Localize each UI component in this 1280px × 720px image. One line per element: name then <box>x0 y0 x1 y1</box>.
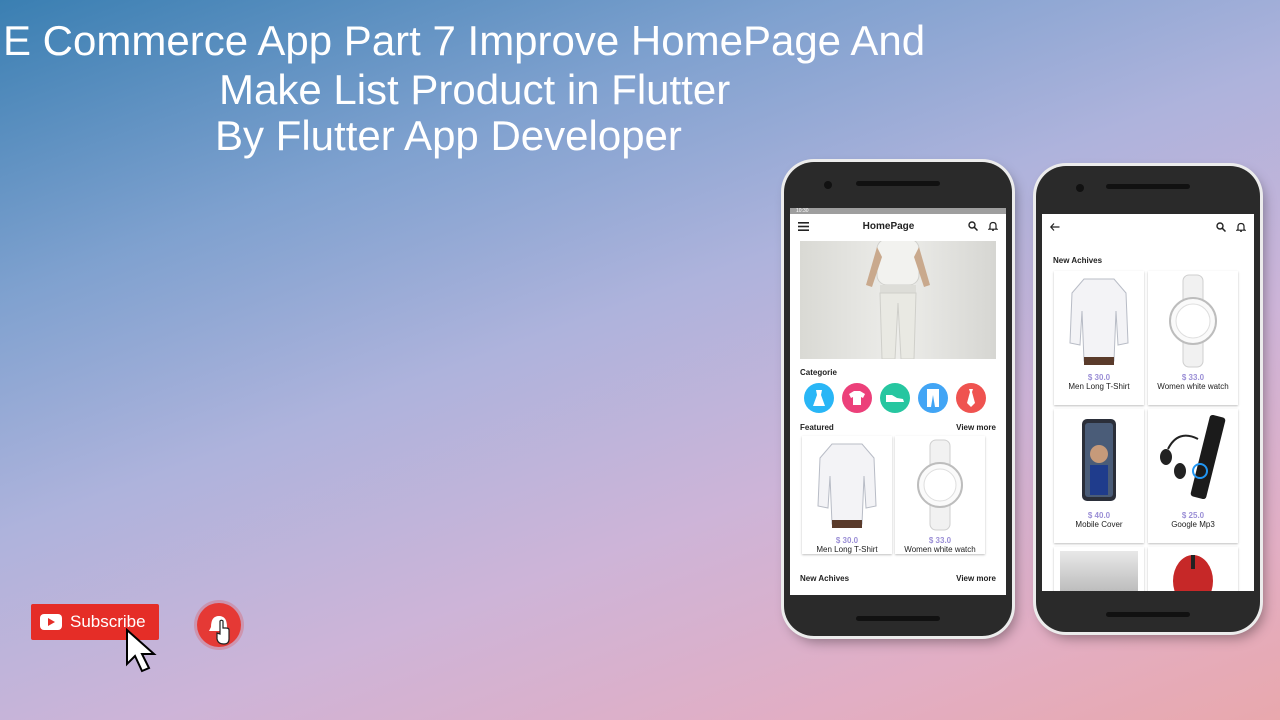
earpiece <box>1106 184 1190 189</box>
product-image-phone-cover <box>1054 409 1144 509</box>
bottom-speaker <box>1106 612 1190 617</box>
product-card[interactable] <box>1148 547 1238 591</box>
tie-icon <box>967 389 975 407</box>
product-price: $ 30.0 <box>1087 373 1111 382</box>
product-card[interactable] <box>1054 547 1144 591</box>
featured-header: Featured View more <box>800 423 996 432</box>
phone-homepage: 10:30 HomePage Categorie Featured View m… <box>784 162 1012 636</box>
notifications-icon[interactable] <box>988 221 998 231</box>
search-icon[interactable] <box>968 221 978 231</box>
product-image-partial <box>1060 551 1138 591</box>
pants-icon <box>927 389 939 407</box>
product-image-shirt <box>1054 271 1144 371</box>
featured-title: Featured <box>800 423 834 432</box>
appbar-title: HomePage <box>862 220 915 232</box>
app-bar: HomePage <box>790 214 1006 238</box>
search-icon[interactable] <box>1216 222 1226 232</box>
front-camera <box>824 181 832 189</box>
product-price: $ 33.0 <box>928 536 952 545</box>
tshirt-icon <box>849 391 865 405</box>
video-title-line-1: E Commerce App Part 7 Improve HomePage A… <box>3 17 926 64</box>
category-list <box>804 383 1006 413</box>
product-price: $ 40.0 <box>1087 511 1111 520</box>
notifications-icon[interactable] <box>1236 222 1246 232</box>
new-achives-view-more-link[interactable]: View more <box>956 574 996 583</box>
category-tshirt[interactable] <box>842 383 872 413</box>
category-tie[interactable] <box>956 383 986 413</box>
product-image-mp3 <box>1148 409 1238 509</box>
product-card[interactable]: $ 25.0 Google Mp3 <box>1148 409 1238 543</box>
phone-product-list: New Achives $ 30.0 Men Long T-Shirt $ 33… <box>1036 166 1260 632</box>
product-grid: $ 30.0 Men Long T-Shirt $ 33.0 Women whi… <box>1054 271 1254 591</box>
video-title-line-2: Make List Product in Flutter <box>219 66 731 113</box>
back-arrow-icon[interactable] <box>1050 223 1060 231</box>
product-image-mouse <box>1148 547 1238 591</box>
product-card[interactable]: $ 33.0 Women white watch <box>1148 271 1238 405</box>
product-card[interactable]: $ 30.0 Men Long T-Shirt <box>1054 271 1144 405</box>
product-image-watch <box>895 436 985 534</box>
product-image-watch <box>1148 271 1238 371</box>
new-achives-title: New Achives <box>800 574 850 583</box>
category-shoes[interactable] <box>880 383 910 413</box>
hero-banner-image[interactable] <box>800 241 996 359</box>
product-image-shirt <box>802 436 892 534</box>
menu-icon[interactable] <box>798 221 809 231</box>
product-name: Women white watch <box>1157 382 1229 391</box>
product-price: $ 25.0 <box>1181 511 1205 520</box>
product-name: Google Mp3 <box>1171 520 1215 529</box>
bottom-speaker <box>856 616 940 621</box>
shoe-icon <box>886 395 904 402</box>
product-list-screen: New Achives $ 30.0 Men Long T-Shirt $ 33… <box>1042 214 1254 591</box>
product-card[interactable]: $ 30.0 Men Long T-Shirt <box>802 436 892 554</box>
app-bar <box>1042 214 1254 240</box>
notification-bell-button[interactable] <box>197 603 241 647</box>
category-pants[interactable] <box>918 383 948 413</box>
product-card[interactable]: $ 40.0 Mobile Cover <box>1054 409 1144 543</box>
youtube-play-icon <box>40 614 62 630</box>
new-achives-title: New Achives <box>1053 256 1103 265</box>
model-photo <box>866 241 930 359</box>
bell-hand-cursor-icon <box>209 616 230 645</box>
video-title-line-3: By Flutter App Developer <box>215 112 682 159</box>
product-name: Men Long T-Shirt <box>816 545 878 554</box>
product-price: $ 33.0 <box>1181 373 1205 382</box>
homepage-screen: 10:30 HomePage Categorie Featured View m… <box>790 208 1006 595</box>
featured-view-more-link[interactable]: View more <box>956 423 996 432</box>
product-card[interactable]: $ 33.0 Women white watch <box>895 436 985 554</box>
product-name: Women white watch <box>904 545 976 554</box>
earpiece <box>856 181 940 186</box>
product-name: Mobile Cover <box>1075 520 1123 529</box>
new-achives-header: New Achives View more <box>800 574 996 583</box>
front-camera <box>1076 184 1084 192</box>
product-name: Men Long T-Shirt <box>1068 382 1130 391</box>
arrow-cursor-icon <box>126 628 157 673</box>
dress-icon <box>813 390 825 406</box>
categories-title: Categorie <box>800 368 837 377</box>
category-dress[interactable] <box>804 383 834 413</box>
featured-product-list: $ 30.0 Men Long T-Shirt $ 33.0 Women whi… <box>802 436 1006 554</box>
product-price: $ 30.0 <box>835 536 859 545</box>
